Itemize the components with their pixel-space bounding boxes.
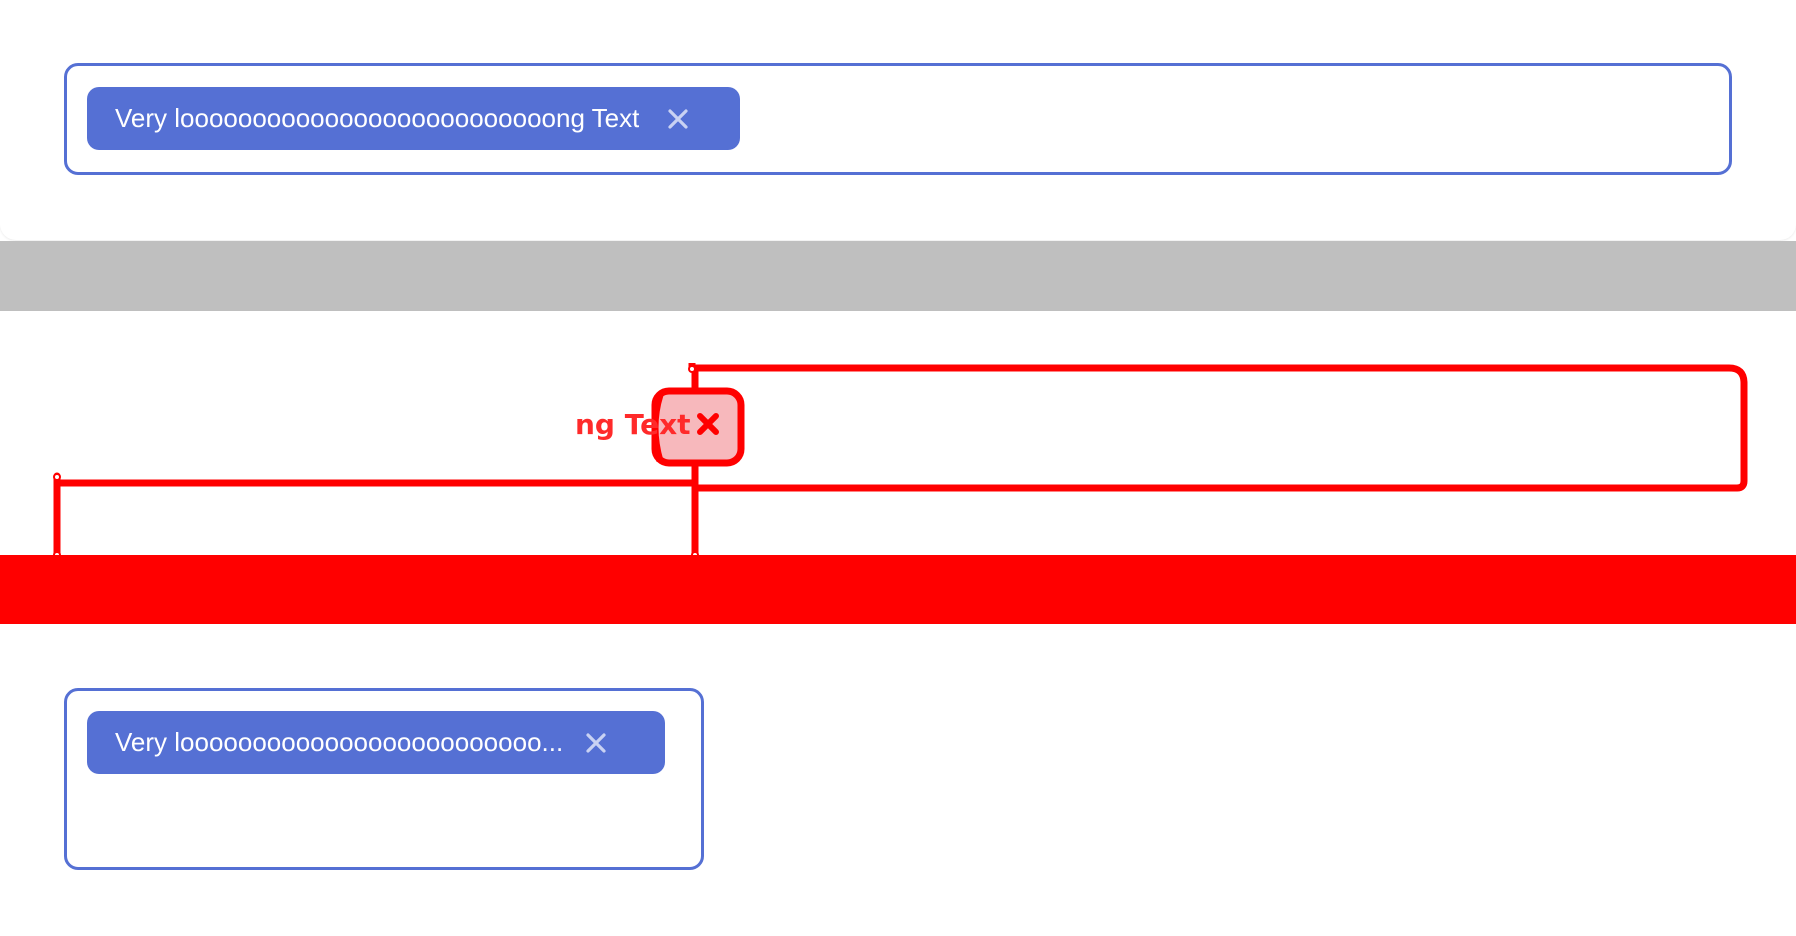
tag-chip-label: Very looooooooooooooooooooooooo... — [115, 727, 564, 757]
close-icon[interactable] — [583, 730, 609, 756]
tag-input-narrow[interactable]: Very looooooooooooooooooooooooo... — [64, 688, 704, 870]
tag-chip: Very loooooooooooooooooooooooooong Text — [87, 87, 740, 150]
screenshot-diff-view: Very loooooooooooooooooooooooooong Text — [0, 0, 1796, 936]
tag-chip-label: Very loooooooooooooooooooooooooong Text — [115, 103, 640, 133]
top-panel: Very loooooooooooooooooooooooooong Text — [0, 0, 1796, 240]
tag-input-wide[interactable]: Very loooooooooooooooooooooooooong Text — [64, 63, 1732, 175]
diff-outlines — [53, 363, 1748, 556]
separator-band — [0, 241, 1796, 311]
tag-chip: Very looooooooooooooooooooooooo... — [87, 711, 665, 774]
diff-red-band — [0, 555, 1796, 624]
close-icon[interactable] — [665, 106, 691, 132]
bottom-panel: Very looooooooooooooooooooooooo... — [0, 624, 1796, 936]
diff-overlay: ng Text — [0, 311, 1796, 556]
diff-text-fragment: ng Text — [575, 408, 691, 441]
